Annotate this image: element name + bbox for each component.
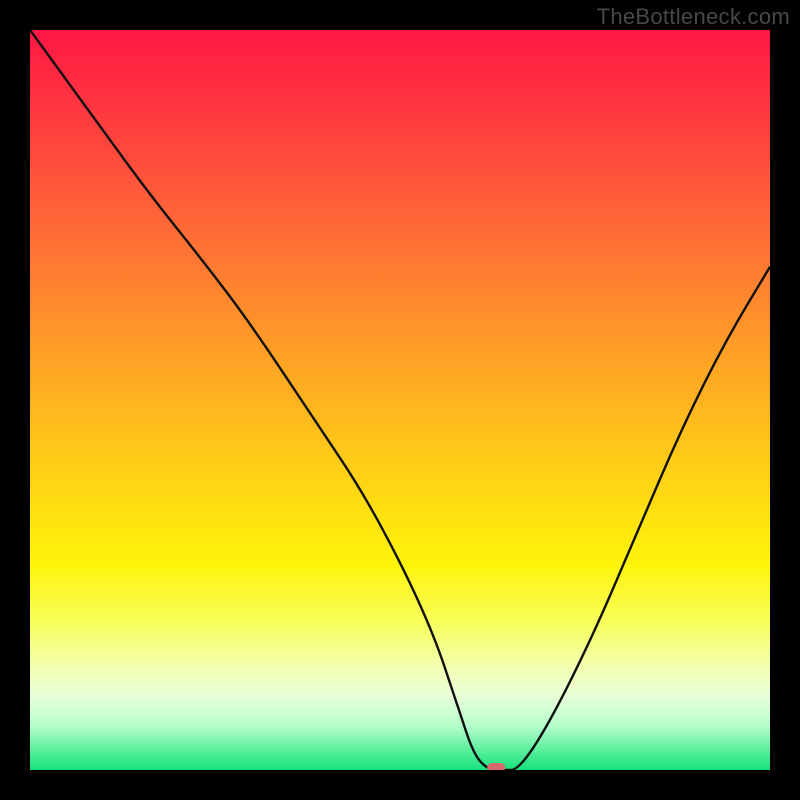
bottleneck-curve xyxy=(30,30,770,770)
optimum-marker xyxy=(487,763,505,770)
plot-area xyxy=(30,30,770,770)
curve-svg xyxy=(30,30,770,770)
watermark-text: TheBottleneck.com xyxy=(597,4,790,30)
chart-container: TheBottleneck.com xyxy=(0,0,800,800)
